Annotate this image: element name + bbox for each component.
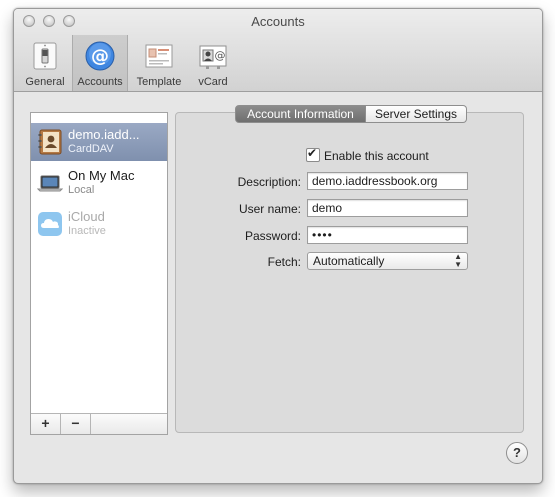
toolbar-accounts-button[interactable]: @ Accounts <box>72 35 128 91</box>
account-item-icloud[interactable]: iCloud Inactive <box>31 205 167 243</box>
account-item-carddav[interactable]: demo.iadd... CardDAV <box>31 123 167 161</box>
fetch-select[interactable]: Automatically ▲ ▼ <box>307 252 468 270</box>
password-field[interactable]: •••• <box>307 226 468 244</box>
account-type: Inactive <box>68 225 106 237</box>
account-name: iCloud <box>68 209 105 224</box>
window-title: Accounts <box>251 14 305 29</box>
username-field[interactable]: demo <box>307 199 468 217</box>
light-switch-icon <box>33 42 57 70</box>
password-label: Password: <box>244 229 301 243</box>
laptop-icon <box>37 175 63 192</box>
at-sign-icon: @ <box>85 41 115 71</box>
fetch-label: Fetch: <box>267 255 301 269</box>
remove-account-button[interactable]: − <box>61 414 91 434</box>
add-account-button[interactable]: + <box>31 414 61 434</box>
updown-arrows-icon: ▲ ▼ <box>454 252 462 269</box>
svg-text:@: @ <box>215 49 226 62</box>
username-label: User name: <box>238 202 301 216</box>
account-type: CardDAV <box>68 143 114 155</box>
enable-account-label: Enable this account <box>324 149 429 163</box>
description-field[interactable]: demo.iaddressbook.org <box>307 172 468 190</box>
toolbar-vcard-button[interactable]: @ vCard <box>186 37 240 89</box>
tab-server-settings[interactable]: Server Settings <box>366 105 467 123</box>
account-name: On My Mac <box>68 168 135 183</box>
template-card-icon <box>145 44 173 68</box>
enable-account-row[interactable]: Enable this account <box>306 146 429 163</box>
account-item-on-my-mac[interactable]: On My Mac Local <box>31 164 167 202</box>
toolbar-general-button[interactable]: General <box>18 37 72 89</box>
svg-text:@: @ <box>91 46 109 67</box>
description-label: Description: <box>237 175 301 189</box>
account-type: Local <box>68 184 95 196</box>
contacts-book-icon <box>38 129 62 155</box>
preferences-window: Accounts General @ Accounts Template @ v… <box>13 8 543 484</box>
icloud-icon <box>38 212 62 236</box>
toolbar-accounts-label: Accounts <box>77 76 123 88</box>
help-button[interactable]: ? <box>506 442 528 464</box>
toolbar-template-button[interactable]: Template <box>132 37 186 89</box>
toolbar-vcard-label: vCard <box>198 76 228 88</box>
tab-account-information[interactable]: Account Information <box>235 105 366 123</box>
account-name: demo.iadd... <box>68 127 140 142</box>
sidebar-button-bar: + − <box>31 413 167 434</box>
enable-account-checkbox[interactable] <box>306 146 320 162</box>
accounts-list: demo.iadd... CardDAV On My Mac Local iCl… <box>30 112 168 435</box>
titlebar: Accounts General @ Accounts Template @ v… <box>14 9 542 92</box>
fetch-selected-value: Automatically <box>313 254 385 268</box>
vcard-icon: @ <box>199 45 227 69</box>
